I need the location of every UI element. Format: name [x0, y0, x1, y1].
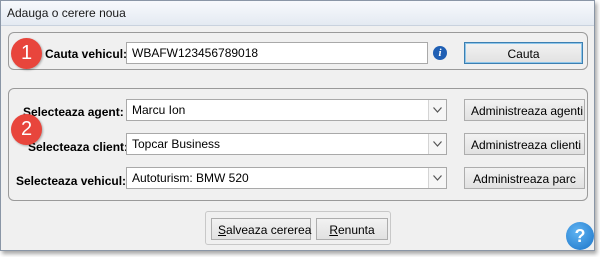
chevron-down-icon[interactable]: [428, 168, 446, 188]
cancel-label-rest: enunta: [337, 223, 375, 237]
client-select-value: Topcar Business: [132, 137, 221, 151]
agent-label: Selecteaza agent:: [23, 105, 124, 119]
agent-select-value: Marcu Ion: [132, 103, 186, 117]
step-one-badge: 1: [11, 38, 42, 69]
save-label-rest: alveaza cererea: [226, 223, 312, 237]
save-accesskey: S: [218, 223, 227, 237]
manage-clients-button[interactable]: Administreaza clienti: [464, 133, 585, 155]
window-title: Adauga o cerere noua: [7, 6, 126, 20]
client-select[interactable]: Topcar Business: [126, 133, 447, 155]
manage-agents-button[interactable]: Administreaza agenti: [464, 99, 585, 121]
save-request-button[interactable]: Salveaza cererea: [211, 218, 311, 240]
vin-search-input[interactable]: WBAFW123456789018: [126, 42, 428, 64]
dialog-window: Adauga o cerere noua Cauta vehicul: WBAF…: [0, 0, 595, 251]
client-label: Selecteaza client:: [28, 140, 129, 154]
vehicle-label: Selecteaza vehicul:: [16, 174, 127, 188]
chevron-down-icon[interactable]: [428, 134, 446, 154]
step-two-badge: 2: [11, 114, 42, 145]
search-label: Cauta vehicul:: [45, 47, 128, 61]
info-icon[interactable]: i: [433, 46, 447, 60]
cancel-accesskey: R: [329, 223, 338, 237]
search-button[interactable]: Cauta: [464, 42, 583, 64]
manage-fleet-button[interactable]: Administreaza parc: [464, 167, 585, 189]
agent-select[interactable]: Marcu Ion: [126, 99, 447, 121]
vehicle-select-value: Autoturism: BMW 520: [132, 171, 249, 185]
chevron-down-icon[interactable]: [428, 100, 446, 120]
cancel-button[interactable]: Renunta: [316, 218, 388, 240]
title-bar: Adauga o cerere noua: [1, 1, 594, 26]
help-icon[interactable]: ?: [566, 222, 594, 250]
vehicle-select[interactable]: Autoturism: BMW 520: [126, 167, 447, 189]
